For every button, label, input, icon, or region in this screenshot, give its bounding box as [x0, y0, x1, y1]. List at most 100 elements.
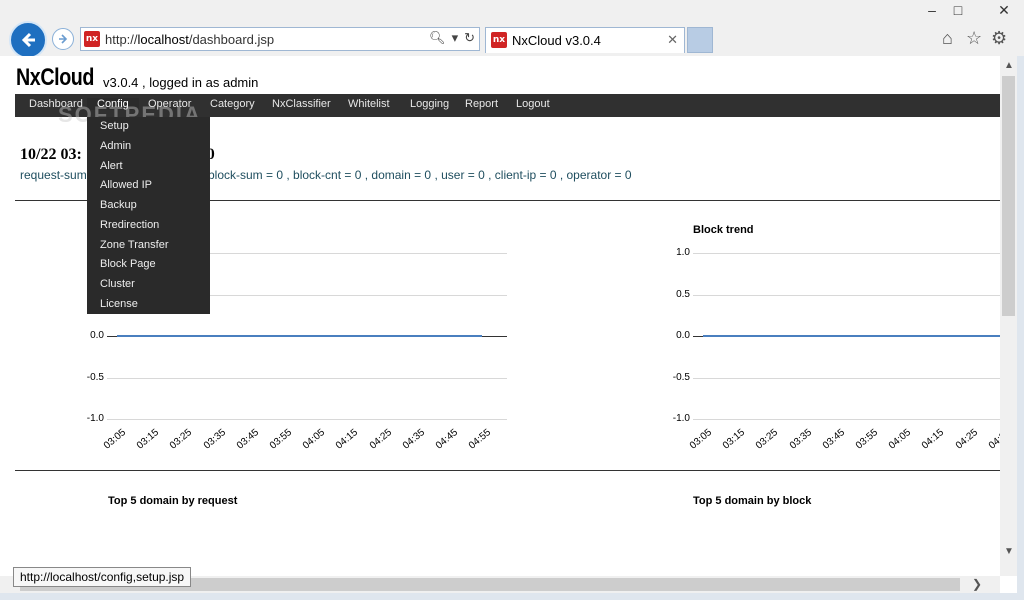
- gridline: [693, 294, 1000, 296]
- scroll-up-icon[interactable]: ▲: [1004, 60, 1014, 71]
- menu-report[interactable]: Report: [465, 98, 498, 110]
- x-tick-label: 03:55: [267, 427, 295, 452]
- scroll-down-icon[interactable]: ▼: [1004, 546, 1014, 557]
- x-tick-label: 04:55: [467, 427, 494, 452]
- tab-nxcloud[interactable]: nx NxCloud v3.0.4 ✕: [485, 27, 685, 53]
- x-tick-label: 03:35: [787, 427, 814, 452]
- series-line-segment: [935, 335, 969, 337]
- home-icon[interactable]: ⌂: [942, 28, 953, 49]
- dropdown-setup[interactable]: Setup: [100, 120, 129, 132]
- browser-chrome: nx http://localhost/dashboard.jsp 🔍︎ ▾ ↻…: [0, 0, 1024, 59]
- x-tick-label: 03:05: [101, 427, 129, 452]
- search-icon[interactable]: 🔍︎: [429, 30, 446, 46]
- gridline: [693, 377, 1000, 379]
- x-tick-label: 03:05: [687, 427, 715, 452]
- divider: [15, 470, 1000, 471]
- forward-arrow-icon: [59, 34, 68, 44]
- series-line-segment: [802, 335, 836, 337]
- y-tick-label: 0.5: [676, 288, 690, 300]
- app-title: NxCloud: [16, 64, 95, 91]
- tab-title: NxCloud v3.0.4: [512, 33, 601, 48]
- settings-gear-icon[interactable]: ⚙: [991, 28, 1007, 49]
- window-border: [0, 593, 1024, 600]
- menu-logging[interactable]: Logging: [410, 98, 449, 110]
- gridline: [693, 253, 1000, 254]
- x-tick-label: 03:35: [201, 427, 228, 452]
- scroll-right-icon[interactable]: ❯: [972, 577, 982, 591]
- x-tick-label: 04:25: [953, 427, 980, 452]
- top5-block-title: Top 5 domain by block: [693, 495, 812, 507]
- x-tick-label: 03:25: [754, 427, 781, 452]
- dropdown-icon[interactable]: ▾: [452, 30, 459, 46]
- status-url-tooltip: http://localhost/config,setup.jsp: [13, 567, 192, 587]
- y-tick-label: -0.5: [672, 371, 690, 383]
- series-line-segment: [769, 335, 803, 337]
- block-trend-title: Block trend: [693, 224, 754, 236]
- y-tick-label: 0.0: [676, 330, 690, 341]
- url-host: localhost: [137, 32, 189, 47]
- y-tick-label: -0.5: [86, 371, 104, 383]
- tab-close-icon[interactable]: ✕: [667, 32, 678, 48]
- menu-whitelist[interactable]: Whitelist: [348, 98, 390, 110]
- gridline: [693, 419, 1000, 420]
- series-line-segment: [415, 335, 449, 337]
- series-line-segment: [183, 335, 217, 337]
- x-tick-label: 03:25: [168, 427, 195, 452]
- series-line-segment: [117, 335, 151, 337]
- gridline: [107, 419, 507, 420]
- address-bar[interactable]: nx http://localhost/dashboard.jsp 🔍︎ ▾ ↻: [80, 27, 480, 51]
- x-tick-label: 04:15: [334, 427, 361, 452]
- url-prefix: http://: [105, 32, 138, 47]
- dropdown-block-page[interactable]: Block Page: [100, 258, 156, 270]
- back-button[interactable]: [9, 21, 47, 59]
- address-url[interactable]: http://localhost/dashboard.jsp: [105, 32, 274, 47]
- x-tick-label: 04:05: [301, 427, 328, 452]
- series-line-segment: [316, 335, 350, 337]
- close-window-icon[interactable]: ✕: [984, 2, 1024, 19]
- summary-stats: block-sum = 0 , block-cnt = 0 , domain =…: [208, 168, 632, 182]
- series-line-segment: [968, 335, 1000, 337]
- menu-nxclassifier[interactable]: NxClassifier: [272, 98, 331, 110]
- menu-category[interactable]: Category: [210, 98, 255, 110]
- new-tab-button[interactable]: [687, 27, 713, 53]
- dropdown-backup[interactable]: Backup: [100, 199, 137, 211]
- x-tick-label: 03:45: [820, 427, 847, 452]
- vertical-scrollbar[interactable]: ▲ ▼: [1000, 56, 1017, 576]
- refresh-icon[interactable]: ↻: [464, 30, 475, 46]
- x-tick-label: 03:55: [853, 427, 881, 452]
- site-favicon-icon: nx: [84, 31, 100, 47]
- tab-favicon-icon: nx: [491, 32, 507, 48]
- dropdown-cluster[interactable]: Cluster: [100, 278, 135, 290]
- dropdown-allowed-ip[interactable]: Allowed IP: [100, 179, 152, 191]
- y-tick-label: 0.0: [90, 330, 104, 341]
- series-line-segment: [150, 335, 184, 337]
- maximize-icon[interactable]: □: [946, 2, 970, 18]
- url-path: /dashboard.jsp: [188, 32, 275, 47]
- series-line-segment: [449, 335, 483, 337]
- dropdown-redirection[interactable]: Rredirection: [100, 219, 159, 231]
- series-line-segment: [283, 335, 317, 337]
- back-arrow-icon: [21, 32, 35, 48]
- window-border: [1017, 56, 1024, 600]
- y-tick-label: -1.0: [672, 413, 690, 424]
- top5-request-title: Top 5 domain by request: [108, 495, 238, 507]
- series-line-segment: [382, 335, 416, 337]
- dropdown-license[interactable]: License: [100, 298, 138, 310]
- x-tick-label: 04:35: [986, 427, 1000, 452]
- dropdown-zone-transfer[interactable]: Zone Transfer: [100, 239, 168, 251]
- vertical-scroll-thumb[interactable]: [1002, 76, 1015, 316]
- gridline: [107, 377, 507, 379]
- favorites-star-icon[interactable]: ☆: [966, 28, 982, 49]
- dropdown-admin[interactable]: Admin: [100, 140, 131, 152]
- y-tick-label: -1.0: [86, 413, 104, 424]
- minimize-icon[interactable]: –: [920, 2, 944, 18]
- series-line-segment: [869, 335, 903, 337]
- forward-button[interactable]: [52, 28, 74, 50]
- series-line-segment: [736, 335, 770, 337]
- series-line-segment: [835, 335, 869, 337]
- menu-logout[interactable]: Logout: [516, 98, 550, 110]
- dropdown-alert[interactable]: Alert: [100, 160, 123, 172]
- series-line-segment: [349, 335, 383, 337]
- config-dropdown: Setup Admin Alert Allowed IP Backup Rred…: [87, 117, 210, 314]
- series-line-segment: [902, 335, 936, 337]
